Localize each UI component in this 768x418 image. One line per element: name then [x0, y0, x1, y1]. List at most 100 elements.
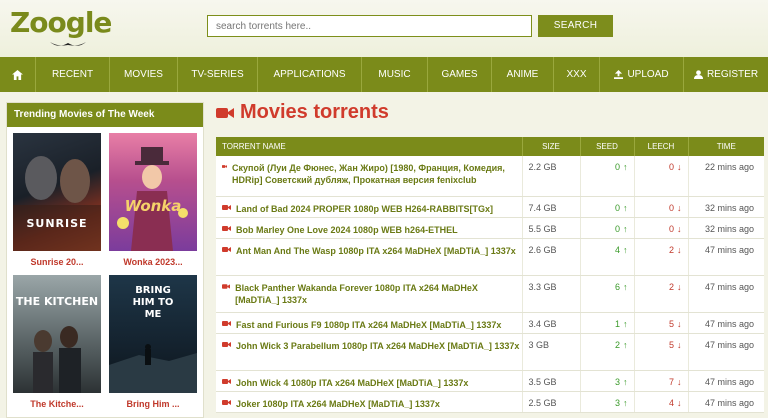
poster-the-kitchen[interactable]: THE KITCHEN	[13, 275, 101, 393]
col-header-size[interactable]: SIZE	[522, 137, 581, 156]
torrent-name-cell: Bob Marley One Love 2024 1080p WEB h264-…	[216, 217, 523, 239]
nav-music[interactable]: MUSIC	[362, 57, 428, 92]
mustache-icon	[50, 42, 86, 46]
arrow-down-icon: ↓	[677, 376, 682, 387]
poster-art	[13, 156, 101, 251]
seed-cell: 0 ↑	[580, 217, 635, 239]
poster-caption[interactable]: Wonka 2023...	[109, 257, 197, 267]
torrent-name-link[interactable]: Ant Man And The Wasp 1080p ITA x264 MaDH…	[236, 245, 516, 257]
nav-xxx[interactable]: XXX	[554, 57, 600, 92]
poster-art	[33, 326, 81, 393]
table-row[interactable]: John Wick 3 Parabellum 1080p ITA x264 Ma…	[216, 333, 764, 371]
video-camera-icon	[222, 399, 231, 405]
video-camera-icon	[222, 246, 231, 252]
video-camera-icon	[222, 225, 231, 231]
poster-caption[interactable]: The Kitche...	[13, 399, 101, 409]
logo-text: Zoogle	[10, 6, 112, 39]
torrent-name-link[interactable]: Black Panther Wakanda Forever 1080p ITA …	[235, 282, 521, 306]
upload-time: 47 mins ago	[688, 312, 764, 334]
arrow-up-icon: ↑	[623, 202, 628, 213]
search-button[interactable]: SEARCH	[538, 15, 613, 37]
seed-cell: 2 ↑	[580, 333, 635, 371]
poster-art-text: Wonka	[124, 197, 182, 215]
poster-caption[interactable]: Bring Him ...	[109, 399, 197, 409]
upload-icon	[614, 70, 624, 79]
table-row[interactable]: Скупой (Луи Де Фюнес, Жан Жиро) [1980, Ф…	[216, 156, 764, 197]
video-camera-icon	[222, 378, 231, 384]
nav-applications[interactable]: APPLICATIONS	[258, 57, 362, 92]
table-row[interactable]: Black Panther Wakanda Forever 1080p ITA …	[216, 275, 764, 313]
seed-count: 0	[614, 162, 620, 172]
table-row[interactable]: Fast and Furious F9 1080p ITA x264 MaDHe…	[216, 312, 764, 334]
torrent-size: 3.3 GB	[522, 275, 581, 313]
seed-count: 0	[614, 202, 620, 213]
video-camera-icon	[222, 283, 231, 289]
table-row[interactable]: Bob Marley One Love 2024 1080p WEB h264-…	[216, 217, 764, 239]
torrent-name-cell: Ant Man And The Wasp 1080p ITA x264 MaDH…	[216, 238, 523, 276]
main-nav: RECENT MOVIES TV-SERIES APPLICATIONS MUS…	[0, 57, 768, 92]
poster-art-text: THE KITCHEN	[15, 295, 99, 308]
torrent-size: 7.4 GB	[522, 196, 581, 218]
leech-count: 0	[668, 162, 674, 172]
arrow-down-icon: ↓	[677, 318, 682, 329]
trending-sidebar: Trending Movies of The Week SUNRISE Sunr…	[6, 102, 204, 418]
torrent-size: 3.4 GB	[522, 312, 581, 334]
upload-time: 32 mins ago	[688, 196, 764, 218]
arrow-up-icon: ↑	[623, 223, 628, 234]
torrent-name-link[interactable]: John Wick 4 1080p ITA x264 MaDHeX [MaDTi…	[236, 377, 468, 389]
leech-cell: 5 ↓	[634, 333, 689, 371]
torrent-name-link[interactable]: Fast and Furious F9 1080p ITA x264 MaDHe…	[236, 319, 501, 331]
seed-count: 6	[614, 281, 620, 292]
nav-upload[interactable]: UPLOAD	[600, 57, 684, 92]
nav-label: MOVIES	[124, 69, 163, 80]
upload-time: 47 mins ago	[688, 391, 764, 413]
torrent-name-cell: Fast and Furious F9 1080p ITA x264 MaDHe…	[216, 312, 523, 334]
table-row[interactable]: John Wick 4 1080p ITA x264 MaDHeX [MaDTi…	[216, 370, 764, 392]
torrent-name-link[interactable]: Bob Marley One Love 2024 1080p WEB h264-…	[236, 224, 458, 236]
nav-tv-series[interactable]: TV-SERIES	[178, 57, 258, 92]
arrow-down-icon: ↓	[677, 162, 682, 172]
table-header-row: TORRENT NAME SIZE SEED LEECH TIME	[216, 137, 764, 156]
torrent-name-link[interactable]: John Wick 3 Parabellum 1080p ITA x264 Ma…	[236, 340, 519, 352]
poster-art-text: BRING HIM TO ME	[132, 285, 174, 320]
nav-movies[interactable]: MOVIES	[110, 57, 178, 92]
upload-time: 47 mins ago	[688, 238, 764, 276]
torrent-name-link[interactable]: Скупой (Луи Де Фюнес, Жан Жиро) [1980, Ф…	[232, 162, 521, 186]
poster-wonka[interactable]: Wonka	[109, 133, 197, 251]
table-row[interactable]: Ant Man And The Wasp 1080p ITA x264 MaDH…	[216, 238, 764, 276]
nav-label: XXX	[566, 69, 587, 80]
nav-label: REGISTER	[706, 69, 759, 80]
site-logo[interactable]: Zoogle	[10, 6, 112, 46]
nav-recent[interactable]: RECENT	[36, 57, 110, 92]
col-header-name[interactable]: TORRENT NAME	[216, 137, 523, 156]
search-input[interactable]	[207, 15, 532, 37]
torrent-name-link[interactable]: Land of Bad 2024 PROPER 1080p WEB H264-R…	[236, 203, 493, 215]
torrent-size: 2.5 GB	[522, 391, 581, 413]
torrent-size: 2.6 GB	[522, 238, 581, 276]
page-title: Movies torrents	[216, 101, 389, 124]
nav-label: ANIME	[506, 69, 539, 80]
video-camera-icon	[222, 341, 231, 347]
poster-caption[interactable]: Sunrise 20...	[13, 257, 101, 267]
torrent-name-cell: Joker 1080p ITA x264 MaDHeX [MaDTiA_] 13…	[216, 391, 523, 413]
site-header: Zoogle SEARCH	[0, 0, 768, 57]
video-camera-icon	[222, 204, 231, 210]
col-header-leech[interactable]: LEECH	[634, 137, 689, 156]
leech-count: 7	[668, 376, 674, 387]
col-header-seed[interactable]: SEED	[580, 137, 635, 156]
torrent-table: TORRENT NAME SIZE SEED LEECH TIME Скупой…	[216, 137, 764, 413]
table-row[interactable]: Joker 1080p ITA x264 MaDHeX [MaDTiA_] 13…	[216, 391, 764, 413]
poster-sunrise[interactable]: SUNRISE	[13, 133, 101, 251]
torrent-size: 3.5 GB	[522, 370, 581, 392]
torrent-name-link[interactable]: Joker 1080p ITA x264 MaDHeX [MaDTiA_] 13…	[236, 398, 440, 410]
nav-home[interactable]	[0, 57, 36, 92]
nav-label: APPLICATIONS	[273, 69, 346, 80]
table-row[interactable]: Land of Bad 2024 PROPER 1080p WEB H264-R…	[216, 196, 764, 218]
poster-bring-him-to-me[interactable]: BRING HIM TO ME	[109, 275, 197, 393]
nav-anime[interactable]: ANIME	[492, 57, 554, 92]
torrent-size: 5.5 GB	[522, 217, 581, 239]
nav-games[interactable]: GAMES	[428, 57, 492, 92]
nav-register[interactable]: REGISTER	[684, 57, 768, 92]
col-header-time[interactable]: TIME	[688, 137, 764, 156]
nav-label: RECENT	[51, 69, 94, 80]
